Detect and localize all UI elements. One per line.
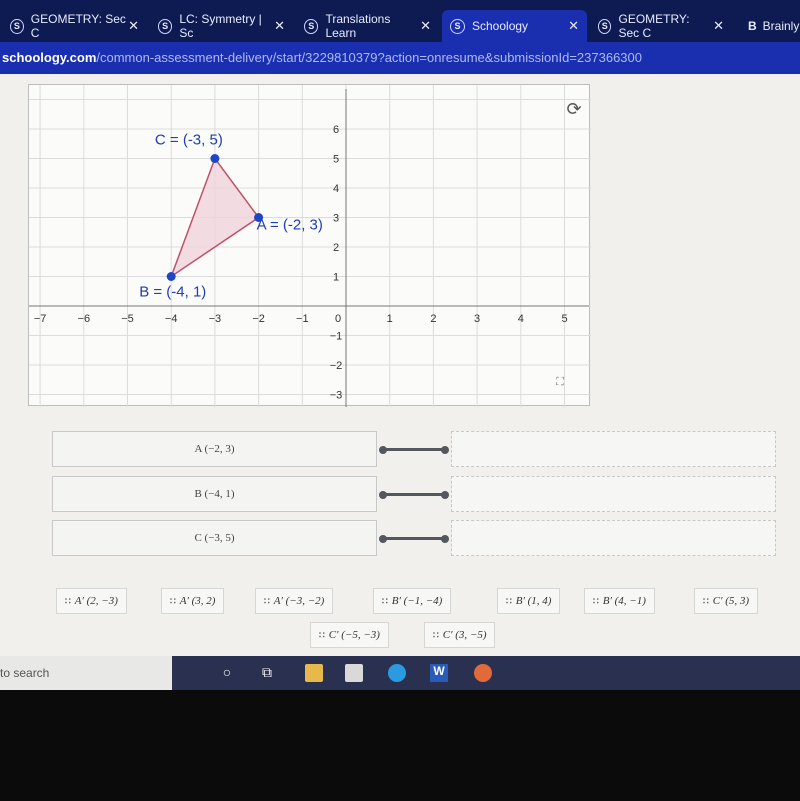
tab-schoology[interactable]: S Schoology ✕ [442, 10, 587, 42]
x-tick-label: −2 [252, 313, 265, 325]
taskbar: to search ○ ⧉ W [0, 656, 800, 690]
y-tick-label: 3 [333, 213, 339, 225]
y-tick-label: 5 [333, 154, 339, 166]
drag-handle-icon[interactable]: ∷ [703, 596, 709, 607]
answer-choice-label: C′ (3, −5) [442, 629, 487, 641]
answer-choice-label: A′ (2, −3) [74, 595, 118, 607]
drag-handle-icon[interactable]: ∷ [506, 596, 512, 607]
x-tick-label: −6 [78, 313, 91, 325]
y-tick-label: 1 [333, 272, 339, 284]
answer-choice-label: C′ (5, 3) [712, 595, 750, 607]
answer-choice[interactable]: ∷ C′ (−5, −3) [310, 622, 389, 648]
match-source-a: A (−2, 3) [52, 431, 377, 467]
schoology-icon: S [158, 18, 173, 34]
match-source-c: C (−3, 5) [52, 520, 377, 556]
point-label-b: B = (-4, 1) [139, 284, 206, 301]
x-tick-label: 1 [387, 313, 393, 325]
x-tick-label: −5 [121, 313, 134, 325]
drag-handle-icon[interactable]: ∷ [65, 596, 71, 607]
x-tick-label: 0 [335, 313, 341, 325]
answer-choice[interactable]: ∷ B′ (1, 4) [497, 588, 561, 614]
task-view-icon[interactable]: ⧉ [258, 664, 276, 682]
expand-icon[interactable]: ⛶ [556, 376, 564, 388]
connector-b[interactable] [379, 490, 449, 499]
y-tick-label: −2 [330, 360, 343, 372]
answer-choice-label: A′ (−3, −2) [273, 595, 325, 607]
schoology-icon: S [450, 18, 465, 34]
drop-target-c[interactable] [451, 520, 776, 556]
y-tick-label: −1 [330, 331, 343, 343]
answer-choice-label: B′ (1, 4) [515, 595, 552, 607]
brainly-icon: B [748, 19, 757, 33]
answer-choice-label: C′ (−5, −3) [328, 629, 380, 641]
assessment-page: −7 −6 −5 −4 −3 −2 −1 0 1 2 3 4 5 −3 −2 −1 1 2 3 4 5 6 A = (-2,… [0, 74, 800, 656]
drop-target-b[interactable] [451, 476, 776, 512]
x-tick-label: −7 [34, 313, 47, 325]
point-label-a: A = (-2, 3) [257, 217, 323, 234]
answer-choice[interactable]: ∷ C′ (3, −5) [424, 622, 496, 648]
tab-brainly[interactable]: B Brainly [740, 10, 800, 42]
drop-target-a[interactable] [451, 431, 776, 467]
y-tick-label: 6 [333, 124, 339, 136]
y-tick-label: 4 [333, 183, 339, 195]
graph-svg: −7 −6 −5 −4 −3 −2 −1 0 1 2 3 4 5 −3 −2 −1 1 2 3 4 5 6 A = (-2,… [29, 85, 609, 407]
drag-handle-icon[interactable]: ∷ [593, 596, 599, 607]
answer-choice[interactable]: ∷ A′ (−3, −2) [255, 588, 334, 614]
schoology-icon: S [304, 18, 319, 34]
x-tick-label: −3 [209, 313, 222, 325]
answer-choice[interactable]: ∷ A′ (3, 2) [161, 588, 225, 614]
drag-handle-icon[interactable]: ∷ [264, 596, 270, 607]
point-b [166, 272, 176, 281]
x-tick-label: 4 [518, 313, 524, 325]
answer-choice[interactable]: ∷ A′ (2, −3) [56, 588, 127, 614]
edge-icon[interactable] [388, 664, 406, 682]
schoology-icon: S [598, 18, 612, 34]
close-icon[interactable]: ✕ [568, 18, 579, 34]
x-tick-label: −1 [296, 313, 309, 325]
answer-choice[interactable]: ∷ B′ (4, −1) [584, 588, 655, 614]
word-icon[interactable]: W [430, 664, 448, 682]
tab-geometry-1[interactable]: S GEOMETRY: Sec C ✕ [2, 10, 147, 42]
drag-handle-icon[interactable]: ∷ [319, 630, 325, 641]
connector-c[interactable] [379, 534, 449, 543]
answer-choice-label: A′ (3, 2) [179, 595, 216, 607]
point-label-c: C = (-3, 5) [155, 132, 223, 149]
answer-choice-label: B′ (4, −1) [602, 595, 646, 607]
close-icon[interactable]: ✕ [274, 18, 285, 34]
match-source-b: B (−4, 1) [52, 476, 377, 512]
close-icon[interactable]: ✕ [128, 18, 139, 34]
x-tick-label: 3 [474, 313, 480, 325]
answer-choice[interactable]: ∷ C′ (5, 3) [694, 588, 759, 614]
schoology-icon: S [10, 18, 24, 34]
answer-choice-label: B′ (−1, −4) [391, 595, 443, 607]
tab-geometry-2[interactable]: S GEOMETRY: Sec C ✕ [590, 10, 732, 42]
y-tick-label: −3 [330, 390, 343, 402]
refresh-icon[interactable]: ⟳ [566, 99, 581, 119]
answer-choice[interactable]: ∷ B′ (−1, −4) [373, 588, 452, 614]
close-icon[interactable]: ✕ [713, 18, 724, 34]
close-icon[interactable]: ✕ [420, 18, 431, 34]
coordinate-graph[interactable]: −7 −6 −5 −4 −3 −2 −1 0 1 2 3 4 5 −3 −2 −1 1 2 3 4 5 6 A = (-2,… [28, 84, 609, 407]
tab-lc-symmetry[interactable]: S LC: Symmetry | Sc ✕ [150, 10, 293, 42]
y-tick-label: 2 [333, 242, 339, 254]
x-tick-label: 5 [561, 313, 567, 325]
address-bar[interactable]: schoology.com/common-assessment-delivery… [0, 42, 800, 74]
browser-tab-bar: S GEOMETRY: Sec C ✕ S LC: Symmetry | Sc ✕ ST… [0, 0, 800, 42]
taskbar-search[interactable]: to search [0, 656, 172, 690]
connector-a[interactable] [379, 445, 449, 454]
drag-handle-icon[interactable]: ∷ [433, 630, 439, 641]
drag-handle-icon[interactable]: ∷ [170, 596, 176, 607]
point-c [210, 154, 220, 163]
drag-handle-icon[interactable]: ∷ [382, 596, 388, 607]
x-tick-label: −4 [165, 313, 178, 325]
tab-translations[interactable]: S Translations Learn ✕ [296, 10, 439, 42]
x-tick-label: 2 [430, 313, 436, 325]
file-explorer-icon[interactable] [305, 664, 323, 682]
cortana-icon[interactable]: ○ [218, 664, 236, 682]
store-icon[interactable] [345, 664, 363, 682]
chrome-icon[interactable] [474, 664, 492, 682]
